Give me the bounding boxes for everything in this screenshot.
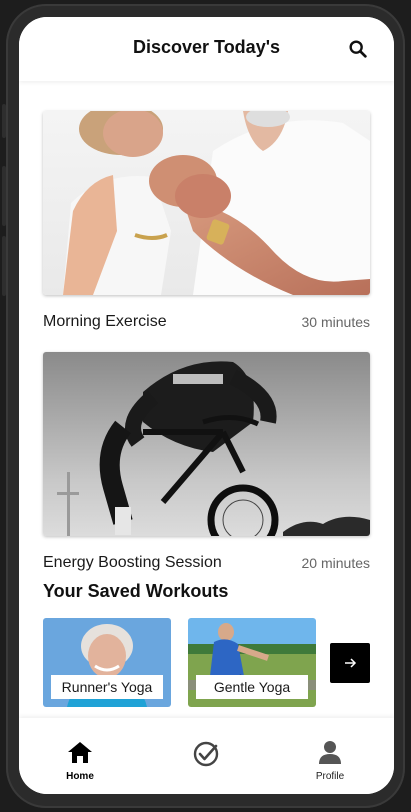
workout-card-image[interactable] (43, 111, 370, 295)
nav-item-label: Home (66, 771, 94, 782)
page-title: Discover Today's (132, 37, 280, 57)
search-icon[interactable] (347, 38, 369, 60)
next-button[interactable] (330, 643, 370, 683)
workout-duration: 30 minutes (301, 314, 370, 330)
elderly-couple-photo (43, 111, 370, 295)
app-header: Discover Today's (19, 17, 394, 81)
phone-side-button (2, 104, 6, 138)
nav-item-completed[interactable] (176, 740, 236, 775)
cyclist-photo (43, 352, 370, 536)
nav-item-home[interactable]: Home (50, 740, 110, 782)
workout-title[interactable]: Morning Exercise (43, 313, 167, 331)
phone-volume-down-button (2, 236, 6, 296)
workout-duration: 20 minutes (301, 555, 370, 571)
saved-workout-card[interactable]: Gentle Yoga (188, 618, 316, 707)
nav-item-label: Profile (315, 771, 345, 782)
saved-workout-card[interactable]: Runner's Yoga (43, 618, 171, 707)
nav-item-profile[interactable]: Profile (300, 740, 360, 782)
saved-workout-label: Gentle Yoga (196, 675, 308, 699)
check-circle-icon (193, 741, 219, 767)
workout-card-image[interactable] (43, 352, 370, 536)
saved-workouts-heading: Your Saved Workouts (43, 581, 229, 601)
phone-volume-up-button (2, 166, 6, 226)
workout-title[interactable]: Energy Boosting Session (43, 554, 222, 572)
home-icon (68, 742, 92, 763)
person-icon (319, 741, 341, 764)
arrow-right-icon (345, 658, 357, 668)
app-screen: Discover Today's Morning Exercise 30 min… (19, 17, 394, 794)
bottom-navigation: Home Profile (19, 718, 394, 794)
saved-workout-label: Runner's Yoga (51, 675, 163, 699)
